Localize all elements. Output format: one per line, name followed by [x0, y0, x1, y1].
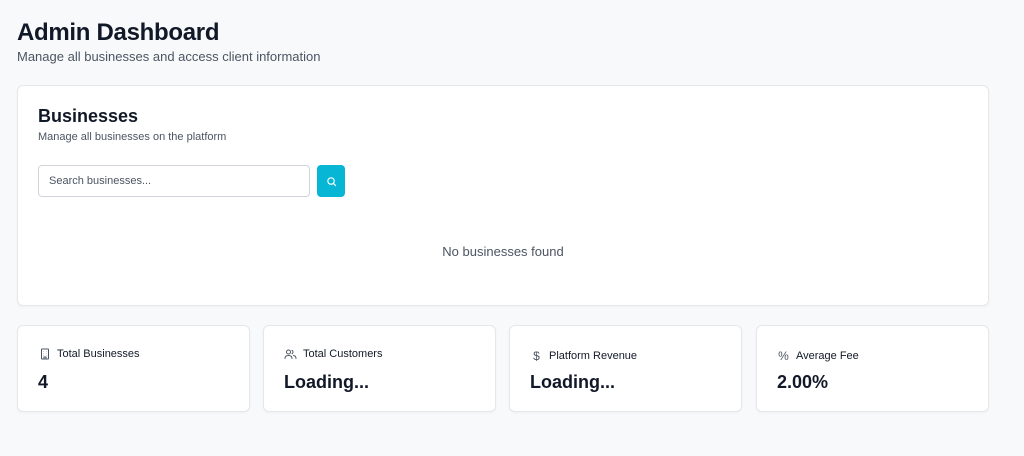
stat-label: Platform Revenue — [549, 349, 638, 362]
building-icon — [38, 347, 51, 360]
stat-card-platform-revenue: $ Platform Revenue Loading... — [509, 325, 742, 412]
admin-dashboard-page: Admin Dashboard Manage all businesses an… — [0, 0, 1024, 456]
percent-icon: % — [778, 348, 789, 363]
empty-state-text: No businesses found — [442, 244, 564, 259]
stat-card-total-businesses: Total Businesses 4 — [17, 325, 250, 412]
stat-label: Average Fee — [796, 349, 859, 362]
businesses-card-description: Manage all businesses on the platform — [38, 131, 227, 143]
users-icon — [284, 347, 297, 360]
search-icon — [326, 176, 336, 186]
stat-value: 2.00% — [777, 372, 829, 392]
stat-value: Loading... — [284, 372, 369, 392]
dollar-icon: $ — [533, 348, 540, 363]
search-input[interactable] — [38, 165, 310, 197]
page-subtitle: Manage all businesses and access client … — [17, 49, 321, 64]
businesses-card-title: Businesses — [38, 106, 139, 126]
stat-value: Loading... — [530, 372, 615, 392]
stat-card-average-fee: % Average Fee 2.00% — [756, 325, 989, 412]
page-title: Admin Dashboard — [17, 19, 220, 46]
search-button[interactable] — [317, 165, 345, 197]
stat-label: Total Businesses — [57, 347, 140, 360]
businesses-card: Businesses Manage all businesses on the … — [17, 85, 989, 306]
stat-card-total-customers: Total Customers Loading... — [263, 325, 496, 412]
stat-label: Total Customers — [303, 347, 383, 360]
stat-value: 4 — [38, 372, 49, 392]
